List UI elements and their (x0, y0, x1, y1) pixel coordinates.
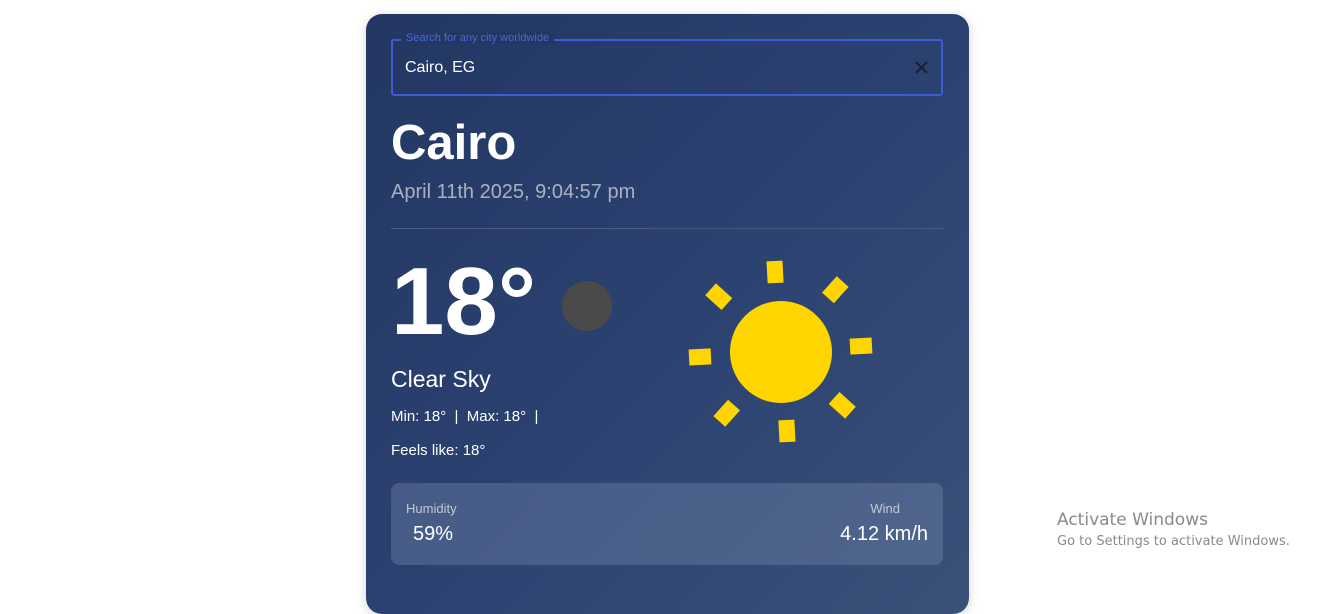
sun-ray (822, 276, 849, 304)
weather-condition: Clear Sky (391, 366, 491, 392)
weather-card: Search for any city worldwide Cairo, EG … (366, 14, 969, 614)
wind-label: Wind (870, 501, 900, 516)
sun-ray (766, 260, 784, 284)
watermark-subtitle: Go to Settings to activate Windows. (1057, 534, 1290, 549)
sun-ray (828, 392, 856, 419)
weather-stats: Humidity 59% Wind 4.12 km/h (391, 483, 943, 565)
sun-ray (849, 337, 873, 355)
clear-search-button[interactable] (910, 56, 932, 78)
watermark-title: Activate Windows (1057, 510, 1208, 530)
sun-ray (688, 348, 712, 366)
activate-windows-watermark: Activate Windows Go to Settings to activ… (1057, 510, 1290, 549)
sun-ray (778, 419, 796, 443)
sun-disc (730, 301, 832, 403)
divider (391, 228, 943, 229)
close-icon (914, 60, 928, 74)
sun-icon (688, 260, 873, 443)
min-max-temperature: Min: 18° | Max: 18° | (391, 408, 539, 425)
temperature: 18° (391, 248, 537, 355)
sun-ray (705, 283, 733, 310)
date-time: April 11th 2025, 9:04:57 pm (391, 181, 636, 203)
city-name: Cairo (391, 116, 517, 170)
moon-icon (562, 281, 612, 331)
search-field[interactable]: Search for any city worldwide Cairo, EG (391, 32, 943, 96)
humidity-value: 59% (413, 523, 454, 545)
feels-like: Feels like: 18° (391, 442, 486, 459)
search-input[interactable]: Cairo, EG (405, 59, 475, 77)
sun-ray (713, 399, 740, 427)
humidity-label: Humidity (406, 501, 457, 516)
wind-value: 4.12 km/h (840, 523, 928, 545)
search-label: Search for any city worldwide (401, 32, 555, 44)
